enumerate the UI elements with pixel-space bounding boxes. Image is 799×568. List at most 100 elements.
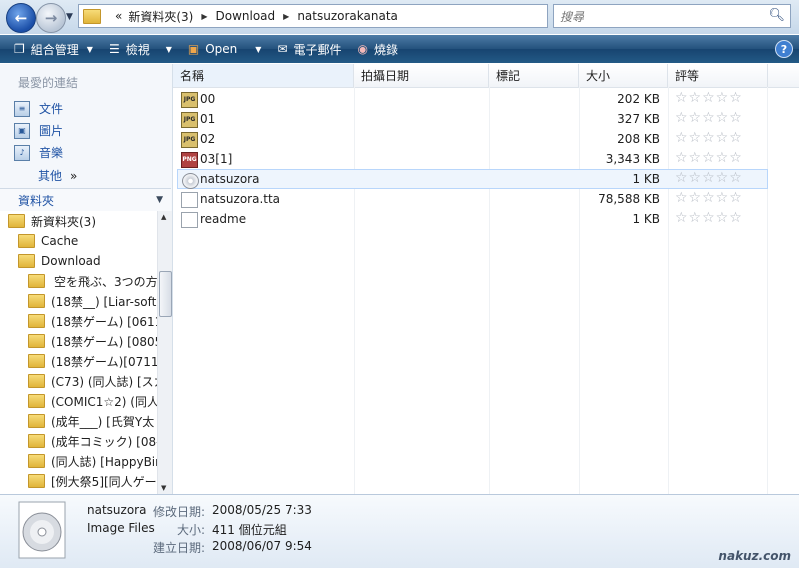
tree-item[interactable]: (18禁ゲーム) [0611 xyxy=(28,311,157,331)
column-header-rating[interactable]: 評等 xyxy=(668,64,768,87)
folder-icon xyxy=(28,354,45,368)
tree-item-label: (成年コミック) [08- xyxy=(51,434,157,449)
details-size-label: 大小: xyxy=(176,523,205,537)
rating-stars[interactable]: ☆☆☆☆☆ xyxy=(675,210,743,226)
recent-pages-dropdown[interactable]: ▼ xyxy=(66,12,73,22)
favorite-link-label: 音樂 xyxy=(39,146,64,160)
tree-item-label: 空を飛ぶ、3つの方 xyxy=(54,274,157,289)
chevron-down-icon: ▼ xyxy=(156,195,163,205)
document-file-icon xyxy=(181,212,198,228)
file-name: 00 xyxy=(200,92,216,106)
tree-item[interactable]: (18禁ゲーム) [0805 xyxy=(28,331,157,351)
search-box[interactable]: 🔍︎ xyxy=(553,4,791,28)
email-label: 電子郵件 xyxy=(293,42,342,57)
file-size: 202 KB xyxy=(617,92,660,106)
file-name: natsuzora xyxy=(200,172,260,186)
rating-stars[interactable]: ☆☆☆☆☆ xyxy=(675,130,743,146)
scroll-down-icon[interactable]: ▼ xyxy=(161,484,166,492)
file-row[interactable]: JPG 00 202 KB ☆☆☆☆☆ xyxy=(180,89,766,109)
folder-icon xyxy=(28,314,45,328)
document-file-icon xyxy=(181,192,198,208)
tree-item[interactable]: [例大祭5][同人ゲー xyxy=(28,471,157,491)
tree-item[interactable]: (18禁ゲーム)[0711 xyxy=(28,351,157,371)
email-button[interactable]: ✉ 電子郵件 xyxy=(269,35,349,63)
column-header-name[interactable]: 名稱 xyxy=(173,64,354,87)
tree-item[interactable]: 空を飛ぶ、3つの方 xyxy=(28,271,157,291)
folder-tree: 新資料夾(3) Cache Download 空を飛ぶ、3つの方 (18禁__)… xyxy=(0,211,157,494)
rating-stars[interactable]: ☆☆☆☆☆ xyxy=(675,90,743,106)
breadcrumb-segment[interactable]: natsuzorakanata xyxy=(297,9,398,23)
favorite-link-documents[interactable]: ≡ 文件 xyxy=(14,100,63,117)
folder-icon xyxy=(28,434,45,448)
tree-item-label: 新資料夾(3) xyxy=(31,214,96,229)
open-icon: ▣ xyxy=(187,42,200,56)
column-header-row: ▲ 名稱 拍攝日期 標記 大小 評等 xyxy=(173,64,799,88)
file-size: 327 KB xyxy=(617,112,660,126)
watermark-text: nakuz.com xyxy=(718,549,791,563)
help-button[interactable]: ? xyxy=(775,40,793,58)
breadcrumb-segment[interactable]: 新資料夾(3) xyxy=(128,8,193,25)
breadcrumb-chevron-icon[interactable]: ▶ xyxy=(283,12,289,21)
chevron-down-icon: ▼ xyxy=(165,44,172,54)
details-created-value: 2008/06/07 9:54 xyxy=(212,539,312,553)
views-button[interactable]: ☰ 檢視 ▼ xyxy=(101,35,180,63)
breadcrumb-chevron-icon[interactable]: ▶ xyxy=(201,12,207,21)
tree-item[interactable]: (成年コミック) [08- xyxy=(28,431,157,451)
tree-item-label: (18禁ゲーム) [0611 xyxy=(51,314,157,329)
forward-button[interactable]: → xyxy=(36,3,66,33)
rating-stars[interactable]: ☆☆☆☆☆ xyxy=(675,190,743,206)
search-input[interactable] xyxy=(558,7,762,26)
address-bar[interactable]: « 新資料夾(3) ▶ Download ▶ natsuzorakanata ▼… xyxy=(78,4,618,28)
file-row[interactable]: JPG 01 327 KB ☆☆☆☆☆ xyxy=(180,109,766,129)
scroll-up-icon[interactable]: ▲ xyxy=(161,213,166,221)
tree-item[interactable]: 新資料夾(3) xyxy=(8,211,96,231)
back-button[interactable]: ← xyxy=(6,3,36,33)
column-header-label: 拍攝日期 xyxy=(361,69,410,83)
column-header-tags[interactable]: 標記 xyxy=(489,64,579,87)
address-overflow[interactable]: « xyxy=(115,9,122,23)
file-row[interactable]: readme 1 KB ☆☆☆☆☆ xyxy=(180,209,766,229)
file-row[interactable]: natsuzora.tta 78,588 KB ☆☆☆☆☆ xyxy=(180,189,766,209)
tree-item[interactable]: (18禁__) [Liar-soft xyxy=(28,291,156,311)
column-header-size[interactable]: 大小 xyxy=(579,64,668,87)
favorite-link-music[interactable]: ♪ 音樂 xyxy=(14,144,63,161)
file-row[interactable]: PNG 03[1] 3,343 KB ☆☆☆☆☆ xyxy=(180,149,766,169)
search-icon[interactable]: 🔍︎ xyxy=(768,8,785,23)
rating-stars[interactable]: ☆☆☆☆☆ xyxy=(675,170,743,186)
details-file-name: natsuzora xyxy=(87,503,147,517)
tree-item[interactable]: Cache xyxy=(18,231,78,251)
png-file-icon: PNG xyxy=(181,152,198,168)
breadcrumb-segment[interactable]: Download xyxy=(216,9,276,23)
more-links[interactable]: 其他 » xyxy=(38,167,77,184)
tree-item[interactable]: (同人誌) [HappyBir xyxy=(28,451,157,471)
tree-item[interactable]: (C73) (同人誌) [スカ xyxy=(28,371,157,391)
file-row[interactable]: JPG 02 208 KB ☆☆☆☆☆ xyxy=(180,129,766,149)
organize-button[interactable]: ❐ 組合管理 ▼ xyxy=(0,35,101,63)
file-row-selected[interactable]: natsuzora 1 KB ☆☆☆☆☆ xyxy=(177,169,768,189)
column-header-date-taken[interactable]: 拍攝日期 xyxy=(354,64,489,87)
file-name: 03[1] xyxy=(200,152,233,166)
disc-image-thumbnail-icon xyxy=(18,501,66,559)
details-created-label: 建立日期: xyxy=(153,541,206,555)
details-modified-value: 2008/05/25 7:33 xyxy=(212,503,312,517)
jpg-file-icon: JPG xyxy=(181,112,198,128)
folders-header[interactable]: 資料夾 ▼ xyxy=(0,188,171,212)
burn-button[interactable]: ◉ 燒錄 xyxy=(350,35,407,63)
open-button[interactable]: ▣ Open ▼ xyxy=(180,35,270,63)
folder-tree-scrollbar[interactable]: ▲ ▼ xyxy=(157,211,172,494)
jpg-file-icon: JPG xyxy=(181,92,198,108)
rating-stars[interactable]: ☆☆☆☆☆ xyxy=(675,110,743,126)
file-name: natsuzora.tta xyxy=(200,192,281,206)
tree-item-label: (成年___) [氏賀Y太 xyxy=(51,414,155,429)
rating-stars[interactable]: ☆☆☆☆☆ xyxy=(675,150,743,166)
file-name: 01 xyxy=(200,112,216,126)
open-label: Open xyxy=(205,42,238,56)
tree-item[interactable]: Download xyxy=(18,251,101,271)
tree-item[interactable]: (COMIC1☆2) (同人 xyxy=(28,391,157,411)
double-chevron-right-icon: » xyxy=(70,169,78,183)
favorite-link-pictures[interactable]: ▣ 圖片 xyxy=(14,122,63,139)
folder-icon xyxy=(18,234,35,248)
organize-icon: ❐ xyxy=(14,42,25,56)
scrollbar-thumb[interactable] xyxy=(159,271,172,317)
tree-item[interactable]: (成年___) [氏賀Y太 xyxy=(28,411,154,431)
